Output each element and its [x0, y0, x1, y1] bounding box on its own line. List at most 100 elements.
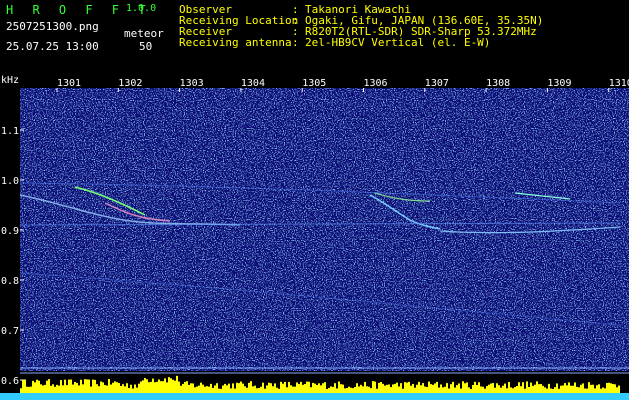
signal-bar	[452, 381, 454, 393]
signal-bar	[494, 387, 496, 393]
signal-bar	[492, 383, 494, 393]
signal-bar	[540, 384, 542, 393]
signal-bar	[510, 387, 512, 393]
signal-bar	[46, 380, 48, 393]
signal-bar	[174, 380, 176, 393]
signal-bar	[474, 381, 476, 393]
info-value: 2el-HB9CV Vertical (el. E-W)	[305, 36, 491, 49]
signal-bar	[370, 388, 372, 393]
signal-bar	[36, 379, 38, 393]
signal-bar	[426, 386, 428, 393]
signal-bar	[316, 384, 318, 393]
signal-bar	[42, 385, 44, 393]
app-version: 1.0.0	[126, 3, 157, 14]
signal-bar	[376, 388, 378, 393]
signal-bar	[230, 388, 232, 393]
signal-bar	[338, 381, 340, 393]
signal-bar	[20, 388, 22, 393]
signal-bar	[416, 384, 418, 393]
signal-bar	[568, 382, 570, 393]
signal-bar	[446, 383, 448, 393]
signal-bar	[462, 381, 464, 393]
signal-bar	[122, 384, 124, 393]
signal-bar	[34, 382, 36, 393]
signal-bar	[296, 382, 298, 393]
signal-bar	[580, 384, 582, 393]
signal-bar	[616, 387, 618, 393]
signal-bar	[302, 384, 304, 393]
signal-bar	[304, 384, 306, 393]
signal-bar	[146, 379, 148, 393]
signal-bar	[558, 388, 560, 393]
signal-bar	[560, 385, 562, 393]
signal-bar	[254, 385, 256, 393]
signal-bar	[286, 387, 288, 393]
signal-bar	[22, 380, 24, 393]
signal-bar	[384, 385, 386, 393]
signal-bar	[590, 384, 592, 393]
signal-bar	[340, 384, 342, 393]
signal-bar	[404, 382, 406, 393]
signal-bar	[24, 379, 26, 393]
signal-bar	[68, 379, 70, 393]
signal-bar	[166, 382, 168, 393]
signal-bar	[306, 381, 308, 393]
signal-bar	[420, 385, 422, 393]
signal-bar	[358, 386, 360, 393]
signal-bar	[496, 383, 498, 393]
signal-bar	[536, 381, 538, 393]
signal-bar	[470, 388, 472, 393]
signal-bar	[56, 384, 58, 393]
signal-bar	[54, 386, 56, 393]
signal-bar	[490, 383, 492, 393]
signal-bar	[344, 388, 346, 393]
signal-bar	[162, 381, 164, 393]
signal-bar	[538, 384, 540, 393]
signal-bar	[526, 381, 528, 393]
signal-bar	[428, 381, 430, 393]
signal-bar	[466, 382, 468, 393]
signal-bar	[294, 386, 296, 393]
signal-bar	[128, 387, 130, 393]
signal-bar	[132, 388, 134, 393]
signal-bar	[226, 385, 228, 393]
signal-bar	[180, 385, 182, 393]
y-tick-label: 0.7	[1, 326, 19, 337]
signal-bar	[480, 386, 482, 393]
signal-bar	[58, 385, 60, 393]
signal-bar	[460, 388, 462, 393]
signal-bar	[238, 383, 240, 393]
signal-bar	[546, 388, 548, 393]
signal-bar	[570, 385, 572, 393]
signal-bar	[544, 387, 546, 393]
y-tick-label: 1.0	[1, 176, 19, 187]
signal-bar	[598, 384, 600, 393]
signal-bar	[298, 383, 300, 393]
signal-bar	[110, 384, 112, 393]
signal-bar	[314, 383, 316, 393]
signal-bar	[522, 382, 524, 393]
spectrogram: kHz 1.1 1.0 0.9 0.8 0.7 0.6 1301 1302 1303 1304 130…	[0, 75, 629, 400]
signal-bar	[498, 385, 500, 393]
signal-bar	[562, 385, 564, 393]
signal-bar	[412, 383, 414, 393]
signal-bar	[94, 379, 96, 393]
file-name: 2507251300.png	[6, 20, 99, 33]
signal-bar	[614, 384, 616, 393]
signal-bar	[188, 384, 190, 393]
signal-bar	[372, 381, 374, 393]
spectrogram-background	[20, 88, 629, 371]
signal-bar	[450, 384, 452, 393]
signal-bar	[518, 382, 520, 393]
signal-bar	[178, 381, 180, 393]
signal-bar	[566, 385, 568, 393]
signal-bar	[88, 379, 90, 393]
signal-bar	[216, 383, 218, 393]
signal-bar	[506, 388, 508, 393]
signal-bar	[74, 381, 76, 393]
signal-bar	[206, 386, 208, 393]
signal-bar	[44, 384, 46, 393]
signal-bar	[322, 383, 324, 393]
signal-bar	[222, 385, 224, 393]
signal-bar	[184, 381, 186, 393]
